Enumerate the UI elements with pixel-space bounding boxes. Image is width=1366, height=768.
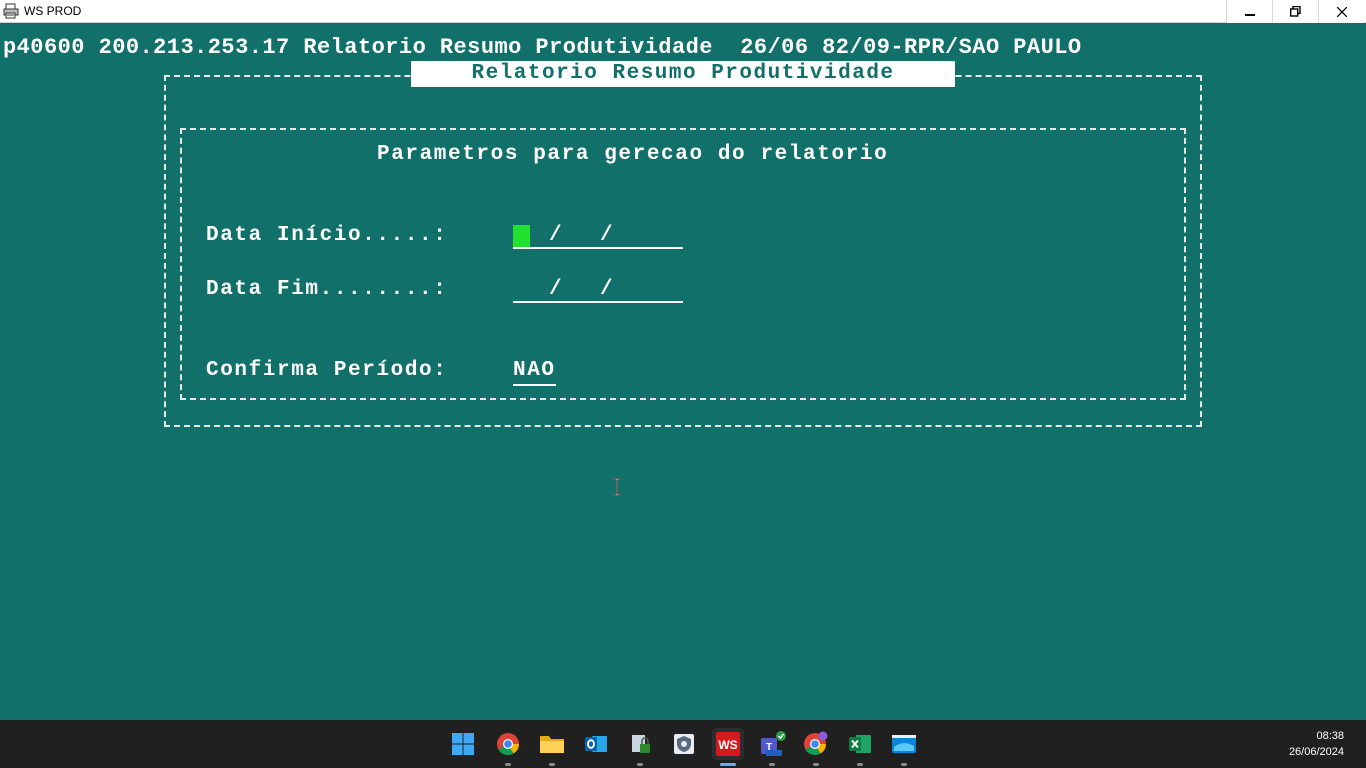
system-clock[interactable]: 08:38 26/06/2024 bbox=[1289, 728, 1344, 760]
window-title: WS PROD bbox=[24, 4, 82, 18]
text-cursor-icon bbox=[613, 478, 621, 496]
minimize-icon bbox=[1244, 13, 1255, 16]
windows-start-icon[interactable] bbox=[447, 728, 479, 760]
file-explorer-icon[interactable] bbox=[536, 728, 568, 766]
date-separator: / bbox=[600, 278, 613, 301]
close-icon bbox=[1336, 6, 1347, 17]
window-title-bar: WS PROD bbox=[0, 0, 1366, 23]
excel-icon[interactable] bbox=[844, 728, 876, 766]
date-separator: / bbox=[549, 224, 562, 247]
terminal-cursor bbox=[513, 225, 530, 247]
data-fim-label: Data Fim........: bbox=[206, 278, 448, 301]
dialog-title: Relatorio Resumo Produtividade bbox=[411, 61, 955, 87]
ws-app-icon[interactable]: WS bbox=[712, 728, 744, 766]
data-fim-field[interactable]: / / bbox=[513, 277, 683, 303]
taskbar: WS T 08:38 26/06/2024 bbox=[0, 720, 1366, 768]
clock-date: 26/06/2024 bbox=[1288, 746, 1344, 758]
minimize-button[interactable] bbox=[1226, 0, 1272, 23]
lock-file-icon[interactable] bbox=[624, 728, 656, 766]
date-separator: / bbox=[549, 278, 562, 301]
restore-icon bbox=[1290, 6, 1301, 17]
remote-desktop-icon[interactable] bbox=[888, 728, 920, 766]
restore-button[interactable] bbox=[1272, 0, 1318, 23]
date-separator: / bbox=[600, 224, 613, 247]
section-title: Parametros para gerecao do relatorio bbox=[377, 143, 889, 166]
chrome-icon[interactable] bbox=[492, 728, 524, 766]
terminal-screen[interactable]: p40600 200.213.253.17 Relatorio Resumo P… bbox=[0, 23, 1366, 720]
teams-new-icon[interactable]: T bbox=[756, 728, 788, 766]
close-button[interactable] bbox=[1318, 0, 1364, 23]
data-inicio-label: Data Início.....: bbox=[206, 224, 448, 247]
confirma-periodo-field[interactable]: NAO bbox=[513, 358, 556, 386]
confirma-periodo-label: Confirma Período: bbox=[206, 359, 448, 382]
svg-text:WS: WS bbox=[718, 738, 737, 752]
shield-app-icon[interactable] bbox=[668, 728, 700, 760]
printer-icon bbox=[3, 3, 19, 19]
data-inicio-field[interactable]: / / bbox=[513, 223, 683, 249]
clock-time: 08:38 bbox=[1316, 730, 1344, 742]
terminal-header-line: p40600 200.213.253.17 Relatorio Resumo P… bbox=[3, 35, 1082, 60]
chrome-profile-icon[interactable] bbox=[800, 728, 832, 766]
outlook-icon[interactable] bbox=[580, 728, 612, 760]
